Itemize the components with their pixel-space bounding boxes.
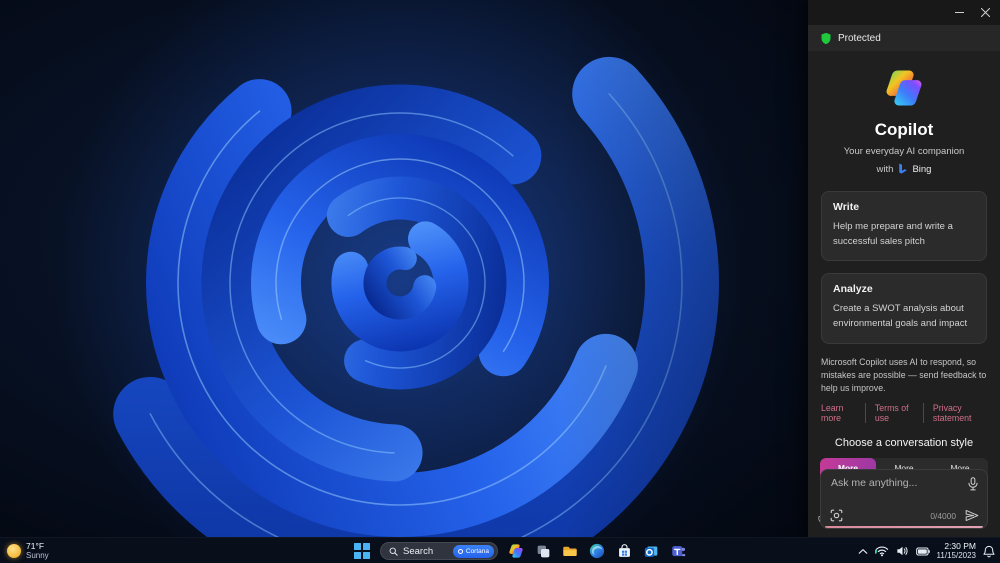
edge-icon bbox=[589, 543, 605, 559]
suggestion-card-write[interactable]: Write Help me prepare and write a succes… bbox=[821, 191, 987, 262]
teams-icon bbox=[671, 545, 685, 556]
notification-center-button[interactable] bbox=[983, 545, 995, 558]
char-counter: 0/4000 bbox=[930, 510, 956, 521]
ai-disclaimer: Microsoft Copilot uses AI to respond, so… bbox=[821, 356, 987, 394]
taskbar-center: Search Cortana bbox=[353, 538, 687, 563]
conversation-style-heading: Choose a conversation style bbox=[834, 437, 974, 450]
volume-indicator[interactable] bbox=[896, 545, 909, 557]
search-placeholder: Search bbox=[403, 545, 434, 557]
weather-widget[interactable]: 71°F Sunny bbox=[7, 538, 49, 563]
search-icon bbox=[389, 547, 398, 556]
clock-widget[interactable]: 2:30 PM 11/15/2023 bbox=[937, 541, 976, 561]
tray-date: 11/15/2023 bbox=[936, 551, 976, 561]
shield-icon bbox=[821, 32, 831, 44]
panel-titlebar bbox=[808, 0, 1000, 25]
taskbar-task-view[interactable] bbox=[534, 542, 552, 560]
copilot-panel: Protected Copilot Your everyday AI compa… bbox=[808, 0, 1000, 537]
learn-more-link[interactable]: Learn more bbox=[821, 403, 856, 423]
card-body: Help me prepare and write a successful s… bbox=[833, 221, 953, 247]
taskbar-app-file-explorer[interactable] bbox=[561, 542, 579, 560]
panel-title: Copilot bbox=[874, 120, 934, 139]
close-icon bbox=[980, 8, 990, 17]
system-tray: 2:30 PM 11/15/2023 bbox=[858, 538, 995, 563]
microphone-button[interactable] bbox=[967, 477, 979, 491]
copilot-icon bbox=[508, 543, 524, 559]
weather-condition: Sunny bbox=[26, 551, 49, 561]
protected-label: Protected bbox=[838, 32, 881, 44]
chevron-up-icon bbox=[858, 548, 867, 554]
battery-indicator[interactable] bbox=[915, 546, 930, 556]
terms-of-use-link[interactable]: Terms of use bbox=[864, 403, 914, 424]
store-icon bbox=[618, 543, 630, 557]
battery-icon bbox=[915, 546, 930, 556]
microphone-icon bbox=[968, 477, 978, 491]
card-body: Create a SWOT analysis about environment… bbox=[833, 303, 968, 330]
send-button[interactable] bbox=[965, 509, 979, 522]
suggestion-cards: Write Help me prepare and write a succes… bbox=[821, 191, 987, 344]
composer-accent-line bbox=[825, 525, 983, 528]
desktop: Protected Copilot Your everyday AI compa… bbox=[0, 0, 1000, 563]
minimize-button[interactable] bbox=[946, 0, 972, 25]
taskbar-app-outlook[interactable] bbox=[642, 542, 660, 560]
taskbar: 71°F Sunny Search Cortana 2:30 PM 11/15/… bbox=[0, 537, 1000, 563]
bing-label: Bing bbox=[912, 163, 932, 175]
search-box[interactable]: Search Cortana bbox=[380, 542, 498, 560]
screenshot-button[interactable] bbox=[830, 509, 843, 522]
outlook-icon bbox=[644, 546, 657, 557]
legal-links: Learn more Terms of use Privacy statemen… bbox=[821, 403, 987, 424]
card-title: Write bbox=[833, 201, 860, 213]
windows-logo-icon bbox=[354, 543, 370, 559]
file-explorer-icon bbox=[563, 546, 577, 557]
taskbar-app-copilot[interactable] bbox=[507, 542, 525, 560]
close-button[interactable] bbox=[972, 0, 998, 25]
taskbar-app-edge[interactable] bbox=[588, 542, 606, 560]
bell-icon bbox=[983, 545, 995, 557]
with-label: with bbox=[876, 163, 894, 175]
speaker-icon bbox=[896, 546, 908, 556]
suggestion-card-analyze[interactable]: Analyze Create a SWOT analysis about env… bbox=[821, 273, 987, 344]
panel-subtitle: Your everyday AI companion bbox=[843, 146, 965, 157]
with-bing-row: with Bing bbox=[808, 163, 1000, 175]
minimize-icon bbox=[954, 12, 964, 13]
tray-time: 2:30 PM bbox=[944, 541, 976, 552]
tray-overflow-button[interactable] bbox=[858, 548, 868, 555]
privacy-statement-link[interactable]: Privacy statement bbox=[922, 403, 987, 424]
badge-label: Cortana bbox=[465, 547, 489, 555]
chat-composer[interactable]: 0/4000 bbox=[820, 469, 988, 529]
start-button[interactable] bbox=[353, 542, 371, 560]
send-icon bbox=[965, 509, 979, 522]
protected-banner: Protected bbox=[808, 25, 1000, 51]
card-title: Analyze bbox=[833, 283, 873, 296]
wifi-icon bbox=[874, 546, 888, 557]
task-view-icon bbox=[537, 545, 549, 557]
chat-input[interactable] bbox=[831, 477, 957, 489]
sun-icon bbox=[7, 544, 21, 558]
search-highlight-badge[interactable]: Cortana bbox=[453, 544, 494, 558]
network-indicator[interactable] bbox=[874, 545, 889, 557]
weather-temperature: 71°F bbox=[26, 540, 45, 551]
composer-toolbar: 0/4000 bbox=[830, 509, 979, 522]
screenshot-icon bbox=[830, 509, 843, 522]
bing-icon bbox=[899, 163, 908, 174]
copilot-logo-icon bbox=[883, 67, 925, 109]
copilot-brand: Copilot Your everyday AI companion with … bbox=[808, 67, 1000, 175]
taskbar-app-teams[interactable] bbox=[669, 542, 687, 560]
badge-icon bbox=[458, 548, 464, 554]
taskbar-app-store[interactable] bbox=[615, 542, 633, 560]
